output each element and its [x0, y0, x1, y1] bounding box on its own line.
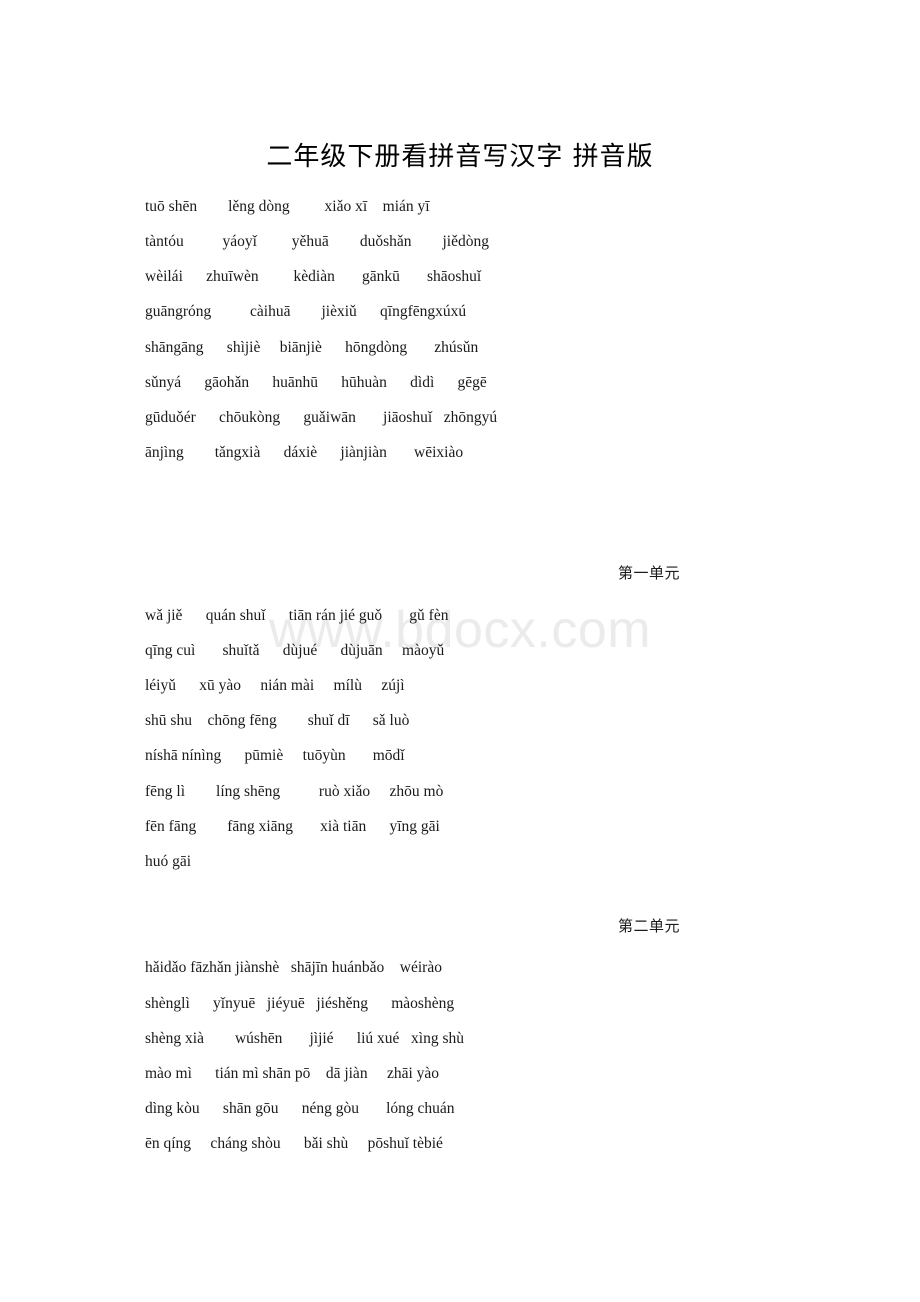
unit-heading: 第一单元 [617, 564, 680, 583]
pinyin-line: ānjìng tǎngxià dáxiè jiànjiàn wēixiào [145, 444, 464, 462]
pinyin-line: guāngróng càihuā jièxiǔ qīngfēngxúxú [145, 303, 467, 321]
intro-word-list: tuō shēn lěng dòng xiǎo xī mián yī tàntó… [0, 189, 920, 471]
pinyin-line: huó gāi [145, 853, 192, 871]
pinyin-line: shāngāng shìjiè biānjiè hōngdòng zhúsǔn [145, 338, 479, 356]
title-spacer [0, 175, 920, 189]
pinyin-line: léiyǔ xū yào nián mài mílù zújì [145, 677, 405, 695]
pinyin-line: hǎidǎo fāzhǎn jiànshè shājīn huánbǎo wéi… [145, 959, 442, 977]
document-content: 二年级下册看拼音写汉字 拼音版 tuō shēn lěng dòng xiǎo … [0, 0, 920, 1162]
pinyin-line: fēng lì líng shēng ruò xiǎo zhōu mò [145, 782, 444, 800]
pinyin-line: wèilái zhuīwèn kèdiàn gānkū shāoshuǐ [145, 268, 482, 286]
page-title: 二年级下册看拼音写汉字 拼音版 [266, 142, 654, 172]
pinyin-line: fēn fāng fāng xiāng xià tiān yīng gāi [145, 817, 440, 835]
pinyin-line: gūduǒér chōukòng guǎiwān jiāoshuǐ zhōngy… [145, 409, 498, 427]
pinyin-line: wǎ jiě quán shuǐ tiān rán jié guǒ gǔ fèn [145, 606, 449, 624]
pinyin-line: tàntóu yáoyǐ yěhuā duǒshǎn jiědòng [145, 233, 489, 250]
pinyin-line: qīng cuì shuǐtǎ dùjué dùjuān màoyǔ [145, 641, 445, 659]
pinyin-line: shū shu chōng fēng shuǐ dī sǎ luò [145, 712, 410, 730]
pinyin-line: sǔnyá gāohǎn huānhū hūhuàn dìdì gēgē [145, 373, 487, 391]
pinyin-line: mào mì tián mì shān pō dā jiàn zhāi yào [145, 1065, 440, 1083]
document-page: www.bdocx.com 二年级下册看拼音写汉字 拼音版 tuō shēn l… [0, 0, 920, 1302]
pinyin-line: dìng kòu shān gōu néng gòu lóng chuán [145, 1100, 455, 1118]
unit-section-one: 第一单元 wǎ jiě quán shuǐ tiān rán jié guǒ g… [0, 556, 920, 879]
pinyin-line: shèng xià wúshēn jìjié liú xué xìng shù [145, 1029, 465, 1047]
pinyin-line: níshā nínìng pūmiè tuōyùn mōdǐ [145, 747, 405, 765]
pinyin-line: shènglì yǐnyuē jiéyuē jiéshěng màoshèng [145, 994, 455, 1012]
pinyin-line: tuō shēn lěng dòng xiǎo xī mián yī [145, 197, 430, 215]
pinyin-line: ēn qíng cháng shòu bǎi shù pōshuǐ tèbié [145, 1135, 443, 1153]
unit-section-two: 第二单元 hǎidǎo fāzhǎn jiànshè shājīn huánbǎ… [0, 909, 920, 1161]
unit-heading: 第二单元 [617, 917, 680, 936]
